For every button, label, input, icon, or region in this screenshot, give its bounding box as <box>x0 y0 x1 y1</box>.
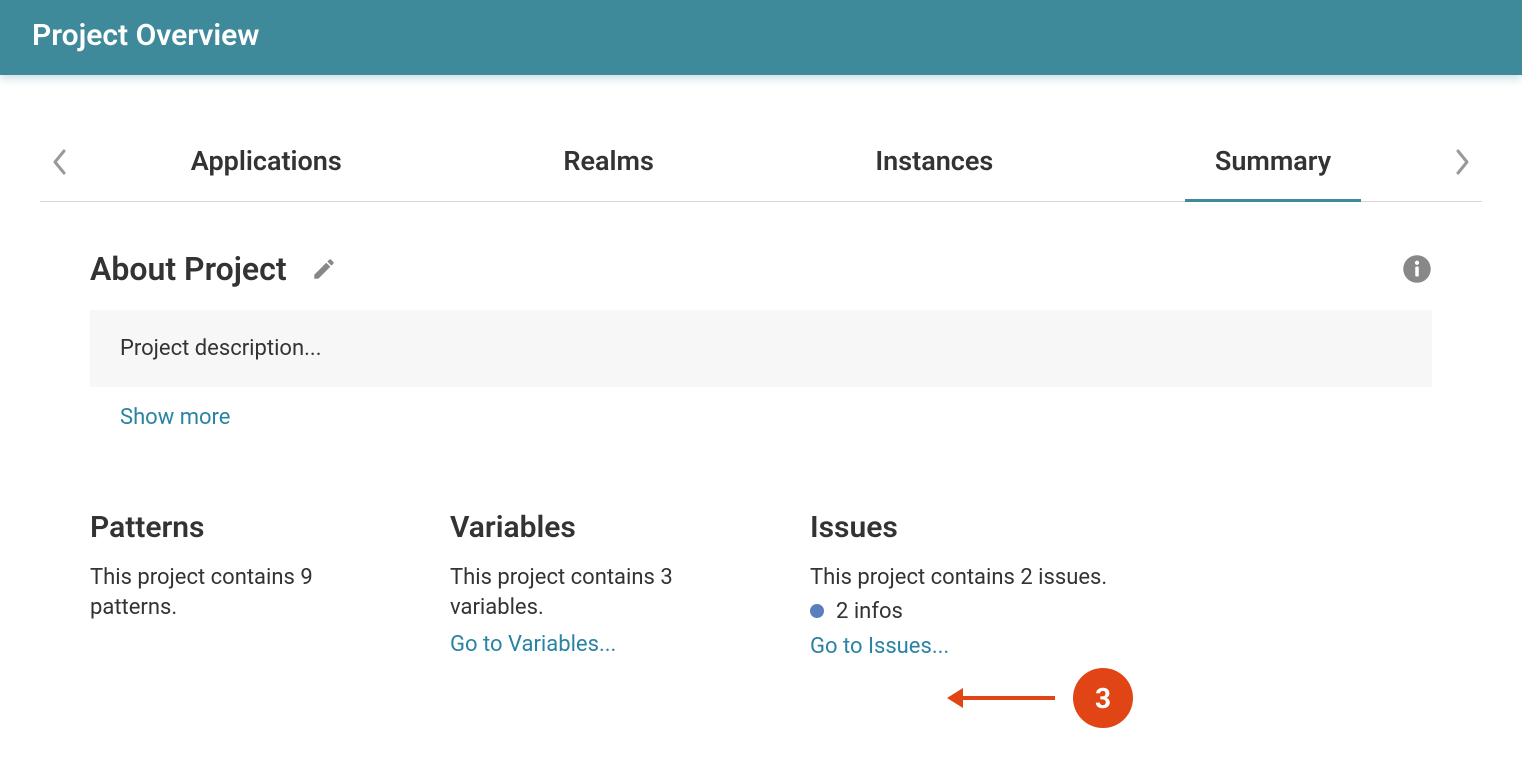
about-section: About Project Project description... Sho… <box>40 250 1482 430</box>
issues-title: Issues <box>810 510 1110 545</box>
patterns-card: Patterns This project contains 9 pattern… <box>90 510 390 659</box>
tabs-next-button[interactable] <box>1442 149 1482 175</box>
tabs-list: Applications Realms Instances Summary <box>80 123 1442 201</box>
info-icon <box>1402 254 1432 284</box>
variables-text: This project contains 3 variables. <box>450 563 750 622</box>
about-title-row: About Project <box>90 250 1432 288</box>
tab-instances[interactable]: Instances <box>845 123 1023 201</box>
issues-info-line: 2 infos <box>810 599 1110 624</box>
tab-summary[interactable]: Summary <box>1185 123 1361 201</box>
page-header: Project Overview <box>0 0 1522 75</box>
tabs-bar: Applications Realms Instances Summary <box>40 123 1482 202</box>
pencil-icon <box>311 256 337 282</box>
variables-title: Variables <box>450 510 750 545</box>
info-dot-icon <box>810 604 824 618</box>
tab-applications[interactable]: Applications <box>161 123 372 201</box>
issues-card: Issues This project contains 2 issues. 2… <box>810 510 1110 659</box>
show-more-link[interactable]: Show more <box>90 405 1432 430</box>
go-to-variables-link[interactable]: Go to Variables... <box>450 632 750 657</box>
info-button[interactable] <box>1402 254 1432 284</box>
variables-card: Variables This project contains 3 variab… <box>450 510 750 659</box>
go-to-issues-link[interactable]: Go to Issues... <box>810 634 1110 659</box>
issues-info-count: 2 infos <box>836 599 903 624</box>
edit-button[interactable] <box>311 256 337 282</box>
main-container: Applications Realms Instances Summary Ab… <box>0 123 1522 699</box>
tabs-prev-button[interactable] <box>40 149 80 175</box>
tab-realms[interactable]: Realms <box>533 123 684 201</box>
about-title: About Project <box>90 250 287 288</box>
summary-cards: Patterns This project contains 9 pattern… <box>40 510 1482 699</box>
patterns-text: This project contains 9 patterns. <box>90 563 390 622</box>
issues-text: This project contains 2 issues. <box>810 563 1110 593</box>
patterns-title: Patterns <box>90 510 390 545</box>
project-description: Project description... <box>90 310 1432 387</box>
chevron-right-icon <box>1454 149 1470 175</box>
page-title: Project Overview <box>32 18 259 53</box>
chevron-left-icon <box>52 149 68 175</box>
